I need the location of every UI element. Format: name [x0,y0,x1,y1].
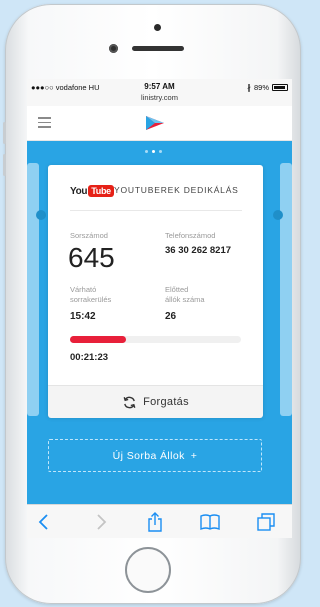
pager-dot[interactable] [159,150,162,153]
join-new-queue-button[interactable]: Új Sorba Állok + [48,439,262,472]
chevron-right-icon[interactable] [89,512,111,532]
front-camera [109,44,118,53]
queue-progress-bar [70,336,241,343]
rotate-label: Forgatás [143,396,189,408]
plus-icon: + [190,449,198,462]
phone-screen: ●●●○○ vodafone HU 9:57 AM linistry.com ∦… [27,79,292,538]
volume-button [3,122,6,144]
queue-number: 645 [68,242,115,273]
volume-button [3,154,6,176]
eta-label: Várható sorrakerülés [70,285,112,304]
chevron-left-icon[interactable] [34,512,56,532]
queue-number-label: Sorszámod [70,231,108,240]
queue-name: YOUTUBEREK DEDIKÁLÁS [114,185,239,195]
pager-dot-active[interactable] [152,150,155,153]
bluetooth-icon: ∦ [246,83,251,92]
people-ahead-value: 26 [165,311,177,322]
next-card-edge[interactable] [280,163,292,416]
divider [70,210,242,211]
eta-value: 15:42 [70,311,96,322]
card-handle-left [36,210,46,220]
earpiece-speaker [132,46,184,51]
book-icon[interactable] [199,512,221,532]
phone-number: 36 30 262 8217 [165,245,232,256]
pager-dot[interactable] [145,150,148,153]
front-sensor [154,24,161,31]
card-handle-right [273,210,283,220]
app-header [27,106,292,141]
hamburger-icon[interactable] [38,117,51,128]
people-ahead-label: Előtted állók száma [165,285,205,304]
battery-icon [272,84,288,91]
safari-toolbar [27,504,292,538]
youtube-logo: You Tube [70,184,114,198]
pager-dots [145,150,162,153]
home-button[interactable] [125,547,171,593]
tabs-icon[interactable] [255,512,277,532]
ticket-card: You Tube YOUTUBEREK DEDIKÁLÁS Sorszámod … [48,165,263,418]
join-new-queue-label: Új Sorba Állok [112,449,185,462]
url-label: linistry.com [141,93,178,102]
refresh-icon [123,396,136,408]
previous-card-edge[interactable] [27,163,39,416]
phone-label: Telefonszámod [165,231,216,240]
linistry-logo[interactable] [145,114,165,132]
rotate-button[interactable]: Forgatás [48,385,263,418]
battery-percent: 89% [253,83,269,92]
status-bar: ●●●○○ vodafone HU 9:57 AM linistry.com ∦… [27,79,292,106]
wait-timer: 00:21:23 [70,352,109,363]
share-icon[interactable] [144,512,166,532]
queue-progress-fill [70,336,127,343]
battery-status: ∦ 89% [247,83,288,92]
